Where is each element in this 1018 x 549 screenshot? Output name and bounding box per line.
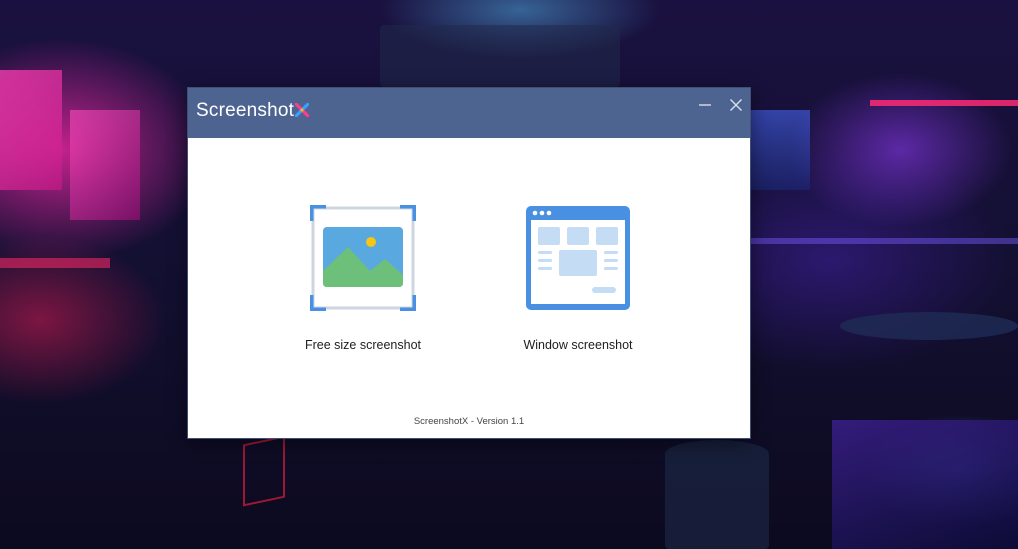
wallpaper-desk-light-left: [0, 258, 110, 268]
app-title: Screenshot: [196, 100, 295, 121]
free-size-icon-wrap[interactable]: [308, 203, 418, 313]
wallpaper-monitor-left-secondary: [70, 110, 140, 220]
close-button[interactable]: [725, 94, 747, 116]
wallpaper-shelf-light-right: [870, 100, 1018, 106]
close-icon: [730, 99, 742, 111]
screenshotx-window: Screenshot Free size screenshot Window s…: [187, 87, 751, 439]
version-text: ScreenshotX - Version 1.1: [413, 416, 525, 427]
minimize-icon: [699, 104, 711, 106]
title-bar[interactable]: Screenshot: [188, 88, 750, 138]
wallpaper-trash-bin: [665, 440, 769, 549]
image-crop-icon: [308, 203, 418, 313]
wallpaper-round-table: [840, 312, 1018, 340]
wallpaper-desk-right: [750, 238, 1018, 244]
minimize-button[interactable]: [694, 94, 716, 116]
window-screenshot-option[interactable]: Window screenshot: [493, 205, 663, 352]
window-screenshot-icon-wrap[interactable]: [525, 205, 631, 311]
wallpaper-monitor-left: [0, 70, 62, 190]
window-screenshot-label: Window screenshot: [523, 338, 633, 352]
window-layout-icon: [526, 206, 630, 310]
free-size-screenshot-label: Free size screenshot: [304, 338, 422, 352]
wallpaper-pegboard: [380, 25, 620, 87]
x-logo-icon: [295, 103, 309, 117]
wallpaper-pc-case: [750, 110, 810, 190]
wallpaper-monitor-right: [832, 420, 1018, 549]
free-size-screenshot-option[interactable]: Free size screenshot: [278, 203, 448, 352]
desktop-background: Screenshot Free size screenshot Window s…: [0, 0, 1018, 549]
wallpaper-led-logo: [243, 435, 285, 507]
